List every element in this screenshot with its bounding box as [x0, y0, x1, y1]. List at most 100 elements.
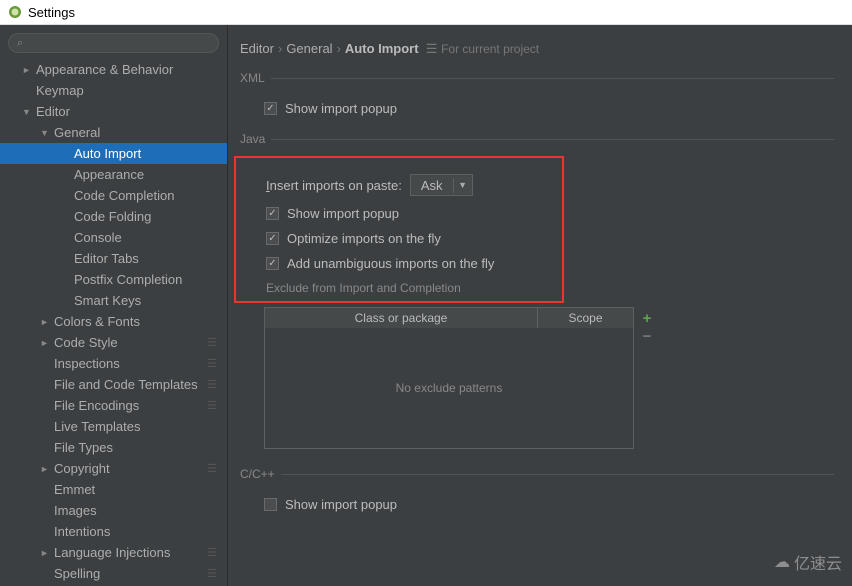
sidebar-item-smart-keys[interactable]: Smart Keys: [0, 290, 227, 311]
search-input[interactable]: [27, 36, 210, 50]
sidebar-item-live-templates[interactable]: Live Templates: [0, 416, 227, 437]
cpp-show-import-popup-checkbox[interactable]: [264, 498, 277, 511]
sidebar-item-label: Appearance: [74, 167, 144, 182]
settings-search[interactable]: ⌕: [8, 33, 219, 53]
tree-arrow-icon: ►: [40, 464, 48, 474]
sidebar-item-label: Code Style: [54, 335, 118, 350]
settings-tree: ► Appearance & Behavior Keymap ▼ Editor ▼ Gene…: [0, 59, 227, 586]
sidebar-item-label: Code Completion: [74, 188, 174, 203]
sidebar-item-label: General: [54, 125, 100, 140]
tree-arrow-icon: ▼: [22, 107, 30, 117]
java-section: Java Insert imports on paste: Ask ▼ Show…: [240, 132, 834, 457]
tree-arrow-icon: ►: [22, 65, 30, 75]
sidebar-item-label: Auto Import: [74, 146, 141, 161]
project-level-icon: ☰: [207, 357, 217, 370]
sidebar-item-copyright[interactable]: ► Copyright ☰: [0, 458, 227, 479]
sidebar-item-label: File and Code Templates: [54, 377, 198, 392]
sidebar-item-file-and-code-templates[interactable]: File and Code Templates ☰: [0, 374, 227, 395]
unambiguous-imports-label: Add unambiguous imports on the fly: [287, 256, 494, 271]
sidebar-item-code-folding[interactable]: Code Folding: [0, 206, 227, 227]
sidebar-item-label: Console: [74, 230, 122, 245]
java-show-import-popup-checkbox[interactable]: [266, 207, 279, 220]
cloud-icon: ☁: [774, 552, 790, 572]
optimize-imports-checkbox[interactable]: [266, 232, 279, 245]
sidebar-item-appearance-behavior[interactable]: ► Appearance & Behavior: [0, 59, 227, 80]
highlight-box: Insert imports on paste: Ask ▼ Show impo…: [234, 156, 564, 303]
sidebar-item-keymap[interactable]: Keymap: [0, 80, 227, 101]
sidebar-item-editor[interactable]: ▼ Editor: [0, 101, 227, 122]
tree-arrow-icon: ▼: [40, 128, 48, 138]
sidebar-item-images[interactable]: Images: [0, 500, 227, 521]
sidebar-item-language-injections[interactable]: ► Language Injections ☰: [0, 542, 227, 563]
search-icon: ⌕: [17, 37, 23, 50]
sidebar-item-spelling[interactable]: Spelling ☰: [0, 563, 227, 584]
cpp-show-import-popup-label: Show import popup: [285, 497, 397, 512]
sidebar-item-label: Postfix Completion: [74, 272, 182, 287]
exclude-table-body: No exclude patterns: [265, 328, 633, 448]
tree-arrow-icon: ►: [40, 338, 48, 348]
sidebar-item-label: Intentions: [54, 524, 110, 539]
settings-sidebar: ⌕ ► Appearance & Behavior Keymap ▼ Editor ▼ Ge…: [0, 25, 228, 586]
project-level-icon: ☰: [207, 336, 217, 349]
insert-imports-label: Insert imports on paste:: [266, 178, 402, 193]
title-bar: Settings: [0, 0, 852, 25]
sidebar-item-emmet[interactable]: Emmet: [0, 479, 227, 500]
exclude-label: Exclude from Import and Completion: [266, 281, 556, 295]
watermark: ☁ 亿速云: [774, 550, 842, 574]
xml-show-import-popup-label: Show import popup: [285, 101, 397, 116]
sidebar-item-inspections[interactable]: Inspections ☰: [0, 353, 227, 374]
sidebar-item-label: File Types: [54, 440, 113, 455]
scope-column-header[interactable]: Scope: [538, 308, 633, 328]
sidebar-item-label: File Encodings: [54, 398, 139, 413]
sidebar-item-appearance[interactable]: Appearance: [0, 164, 227, 185]
sidebar-item-console[interactable]: Console: [0, 227, 227, 248]
sidebar-item-label: Spelling: [54, 566, 100, 581]
sidebar-item-label: Images: [54, 503, 97, 518]
sidebar-item-label: Keymap: [36, 83, 84, 98]
sidebar-item-postfix-completion[interactable]: Postfix Completion: [0, 269, 227, 290]
project-scope-icon: ☰: [426, 41, 438, 56]
optimize-imports-label: Optimize imports on the fly: [287, 231, 441, 246]
class-column-header[interactable]: Class or package: [265, 308, 538, 328]
sidebar-item-auto-import[interactable]: Auto Import: [0, 143, 227, 164]
tree-arrow-icon: ►: [40, 548, 48, 558]
sidebar-item-colors-fonts[interactable]: ► Colors & Fonts: [0, 311, 227, 332]
sidebar-item-label: Editor: [36, 104, 70, 119]
xml-show-import-popup-checkbox[interactable]: [264, 102, 277, 115]
project-level-icon: ☰: [207, 378, 217, 391]
sidebar-item-file-encodings[interactable]: File Encodings ☰: [0, 395, 227, 416]
exclude-table: Class or package Scope No exclude patter…: [264, 307, 634, 449]
sidebar-item-code-completion[interactable]: Code Completion: [0, 185, 227, 206]
sidebar-item-label: Appearance & Behavior: [36, 62, 173, 77]
xml-section: XML Show import popup: [240, 71, 834, 122]
sidebar-item-file-types[interactable]: File Types: [0, 437, 227, 458]
sidebar-item-code-style[interactable]: ► Code Style ☰: [0, 332, 227, 353]
tree-arrow-icon: ►: [40, 317, 48, 327]
settings-content: Editor›General›Auto Import ☰ For current…: [228, 25, 852, 586]
sidebar-item-label: Code Folding: [74, 209, 151, 224]
project-level-icon: ☰: [207, 546, 217, 559]
project-level-icon: ☰: [207, 567, 217, 580]
sidebar-item-label: Colors & Fonts: [54, 314, 140, 329]
sidebar-item-label: Language Injections: [54, 545, 170, 560]
app-logo-icon: [8, 5, 22, 19]
add-exclude-button[interactable]: +: [638, 309, 656, 327]
project-level-icon: ☰: [207, 462, 217, 475]
sidebar-item-editor-tabs[interactable]: Editor Tabs: [0, 248, 227, 269]
sidebar-item-label: Inspections: [54, 356, 120, 371]
project-level-icon: ☰: [207, 399, 217, 412]
sidebar-item-label: Editor Tabs: [74, 251, 139, 266]
sidebar-item-label: Smart Keys: [74, 293, 141, 308]
unambiguous-imports-checkbox[interactable]: [266, 257, 279, 270]
cpp-section: C/C++ Show import popup: [240, 467, 834, 518]
sidebar-item-label: Copyright: [54, 461, 110, 476]
sidebar-item-label: Emmet: [54, 482, 95, 497]
sidebar-item-intentions[interactable]: Intentions: [0, 521, 227, 542]
breadcrumb: Editor›General›Auto Import ☰ For current…: [240, 41, 834, 57]
chevron-down-icon: ▼: [454, 180, 472, 190]
sidebar-item-label: Live Templates: [54, 419, 140, 434]
remove-exclude-button[interactable]: −: [638, 327, 656, 345]
insert-imports-select[interactable]: Ask ▼: [410, 174, 473, 196]
sidebar-item-general[interactable]: ▼ General: [0, 122, 227, 143]
java-show-import-popup-label: Show import popup: [287, 206, 399, 221]
